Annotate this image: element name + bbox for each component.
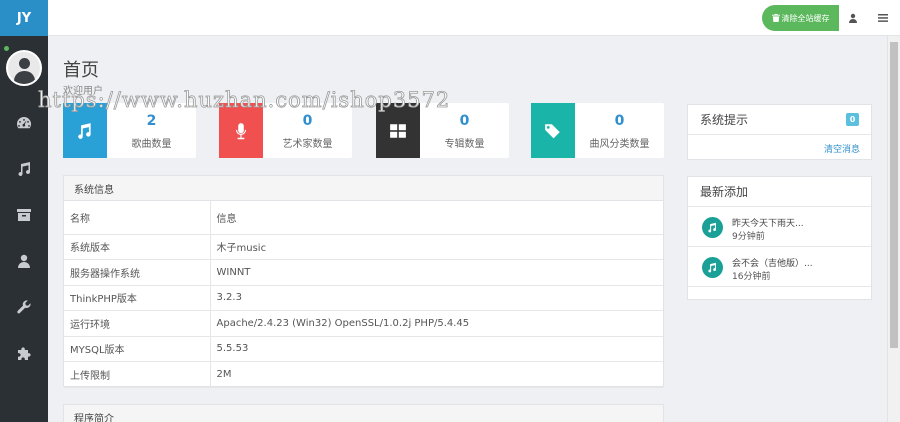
music-note-icon	[702, 257, 723, 278]
table-row: ThinkPHP版本 3.2.3	[64, 285, 663, 311]
stat-label: 专辑数量	[444, 139, 485, 150]
watermark-text: https://www.huzhan.com/ishop3572	[38, 88, 451, 113]
system-notices-panel: 系统提示 0 清空消息	[687, 104, 872, 160]
stat-value: 0	[302, 113, 313, 129]
tags-icon	[531, 103, 575, 158]
list-item-title: 昨天今天下雨天...	[732, 219, 804, 229]
list-item[interactable]: 会不会（吉他版）... 16分钟前	[688, 247, 871, 287]
stat-value: 0	[614, 113, 625, 129]
sidebar: JY	[0, 0, 48, 422]
latest-added-panel: 最新添加 昨天今天下雨天... 9分钟前 会不会（吉他版）... 16分钟前	[687, 176, 872, 300]
stat-genres[interactable]: 0 曲风分类数量	[531, 103, 664, 158]
clear-messages-link[interactable]: 清空消息	[824, 142, 860, 155]
clear-cache-button[interactable]: 清除全站缓存	[762, 5, 839, 31]
table-row: 上传限制 2M	[64, 361, 663, 388]
music-icon[interactable]	[0, 146, 48, 192]
online-status-dot	[4, 46, 9, 51]
stat-value: 2	[146, 113, 157, 129]
user-icon[interactable]	[0, 238, 48, 284]
trash-icon	[771, 14, 780, 22]
top-bar: 清除全站缓存	[48, 0, 900, 36]
table-header-row: 名称 信息	[64, 201, 663, 235]
stat-label: 艺术家数量	[282, 139, 333, 150]
panel-title: 最新添加	[688, 177, 871, 207]
music-note-icon	[702, 217, 723, 238]
page-title: 首页	[63, 60, 99, 81]
stat-label: 曲风分类数量	[589, 139, 650, 150]
table-row: 服务器操作系统 WINNT	[64, 259, 663, 286]
scrollbar-thumb[interactable]	[890, 42, 898, 348]
stat-value: 0	[459, 113, 470, 129]
menu-toggle-icon[interactable]	[876, 11, 890, 25]
panel-title: 程序简介	[64, 405, 663, 422]
list-item-time: 16分钟前	[732, 272, 771, 282]
user-menu-icon[interactable]	[846, 11, 860, 25]
brand-logo[interactable]: JY	[0, 0, 48, 36]
table-row: 运行环境 Apache/2.4.23 (Win32) OpenSSL/1.0.2…	[64, 310, 663, 337]
puzzle-icon[interactable]	[0, 330, 48, 376]
page-scrollbar[interactable]	[887, 36, 900, 422]
table-row: 系统版本 木子music	[64, 234, 663, 260]
panel-title: 系统信息	[64, 176, 663, 201]
table-row: MYSQL版本 5.5.53	[64, 336, 663, 362]
list-item-title: 会不会（吉他版）...	[732, 259, 813, 269]
avatar[interactable]	[6, 50, 42, 86]
system-info-table: 名称 信息 系统版本 木子music 服务器操作系统 WINNT ThinkPH…	[64, 201, 663, 388]
program-intro-panel: 程序简介	[63, 404, 664, 422]
panel-title: 系统提示 0	[688, 105, 871, 135]
stat-label: 歌曲数量	[131, 139, 172, 150]
archive-icon[interactable]	[0, 192, 48, 238]
list-item-time: 9分钟前	[732, 232, 765, 242]
notice-count-badge: 0	[846, 113, 859, 126]
list-item[interactable]: 昨天今天下雨天... 9分钟前	[688, 207, 871, 247]
wrench-icon[interactable]	[0, 284, 48, 330]
system-info-panel: 系统信息 名称 信息 系统版本 木子music 服务器操作系统 WINNT Th…	[63, 175, 664, 388]
